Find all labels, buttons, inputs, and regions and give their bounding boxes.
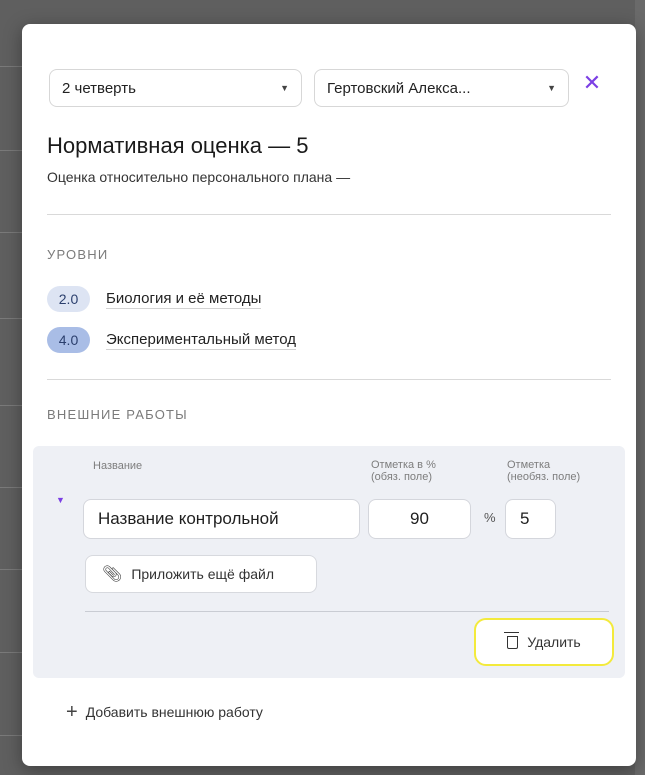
level-name[interactable]: Биология и её методы	[106, 290, 262, 309]
level-item[interactable]: 4.0 Экспериментальный метод	[47, 327, 296, 353]
page-title: Нормативная оценка — 5	[47, 133, 309, 158]
mark-value: 5	[520, 509, 530, 528]
percent-value: 90	[410, 509, 429, 528]
attach-file-button[interactable]: 📎︎ Приложить ещё файл	[85, 555, 317, 593]
quarter-select[interactable]: 2 четверть ▼	[49, 69, 302, 107]
work-name-input[interactable]: Название контрольной	[83, 499, 360, 539]
paperclip-icon: 📎︎	[102, 566, 123, 583]
level-badge: 4.0	[47, 327, 90, 353]
delete-button[interactable]: Удалить	[474, 618, 614, 666]
column-label-percent-line1: Отметка в %	[371, 459, 436, 471]
attach-file-label: Приложить ещё файл	[131, 566, 274, 582]
chevron-down-icon: ▼	[280, 83, 289, 93]
close-icon[interactable]: ✕	[581, 70, 603, 96]
background-right-edge	[635, 0, 645, 775]
plus-icon: +	[66, 701, 78, 723]
collapse-toggle-icon[interactable]: ▼	[56, 495, 65, 505]
grade-dialog: 2 четверть ▼ Гертовский Алекса... ▼ ✕ Но…	[22, 24, 636, 766]
external-work-card: Название Отметка в % (обяз. поле) Отметк…	[33, 446, 625, 678]
chevron-down-icon: ▼	[547, 83, 556, 93]
quarter-select-value: 2 четверть	[62, 79, 136, 97]
external-works-heading: ВНЕШНИЕ РАБОТЫ	[47, 407, 188, 422]
percent-sign: %	[484, 510, 496, 525]
divider	[47, 379, 611, 380]
delete-label: Удалить	[527, 634, 581, 650]
student-select-value: Гертовский Алекса...	[327, 79, 471, 97]
column-label-mark-line2: (необяз. поле)	[507, 471, 581, 483]
divider	[85, 611, 609, 612]
level-badge: 2.0	[47, 286, 90, 312]
column-label-name: Название	[93, 460, 143, 472]
add-external-work-label: Добавить внешнюю работу	[85, 704, 263, 720]
percent-input[interactable]: 90	[368, 499, 471, 539]
level-name[interactable]: Экспериментальный метод	[106, 331, 296, 350]
column-label-mark-line1: Отметка	[507, 459, 551, 471]
work-name-value: Название контрольной	[98, 509, 279, 528]
column-label-mark: Отметка (необяз. поле)	[507, 459, 580, 483]
add-external-work-button[interactable]: + Добавить внешнюю работу	[66, 702, 263, 722]
mark-input[interactable]: 5	[505, 499, 556, 539]
column-label-percent-line2: (обяз. поле)	[371, 471, 432, 483]
column-label-percent: Отметка в % (обяз. поле)	[371, 459, 436, 483]
student-select[interactable]: Гертовский Алекса... ▼	[314, 69, 569, 107]
divider	[47, 214, 611, 215]
levels-heading: УРОВНИ	[47, 247, 109, 262]
trash-icon	[504, 631, 520, 649]
level-item[interactable]: 2.0 Биология и её методы	[47, 286, 262, 312]
page-subtitle: Оценка относительно персонального плана …	[47, 169, 351, 185]
